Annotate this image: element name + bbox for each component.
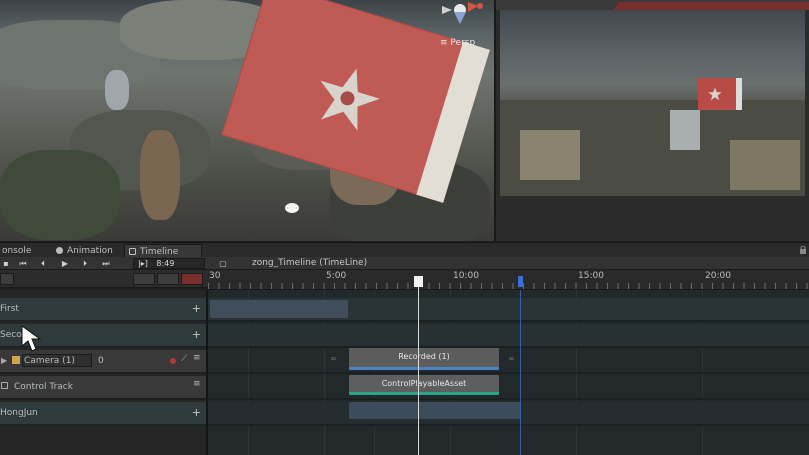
track-offset-value: 0 [98, 356, 104, 366]
tab-animation[interactable]: Animation [52, 244, 117, 258]
timeline-asset-title: zong_Timeline (TimeLine) [252, 258, 368, 268]
track-clip-area[interactable]: ∞ Recorded (1) ∞ ControlPlayableAsset [208, 290, 809, 455]
horse-figure [140, 130, 180, 220]
lock-icon[interactable] [799, 246, 807, 254]
unity-editor: ≡ Persp onsole Animation Timeline ▪ ⏮ ⏴ … [0, 0, 809, 455]
frame-bracket-icon: |▸] [138, 259, 148, 268]
track-label: Camera (1) [24, 356, 75, 366]
record-toggle[interactable]: ▪ [0, 258, 12, 269]
soldier-figure [670, 110, 700, 150]
ruler-ticks [208, 283, 809, 289]
group-clip-first[interactable] [210, 300, 348, 318]
flag-object[interactable] [221, 0, 490, 203]
soldier-figure [105, 70, 129, 110]
curves-icon[interactable]: ⟋ [181, 354, 187, 364]
vegetation [0, 150, 120, 240]
game-view-panel [494, 0, 809, 241]
mouse-cursor-icon [21, 325, 42, 352]
cursor-hand-icon [285, 203, 299, 213]
view-mode-text: Persp [450, 38, 476, 48]
game-view[interactable] [500, 10, 805, 196]
tab-console[interactable]: onsole [0, 244, 35, 258]
scene-gizmo-icon[interactable] [432, 0, 488, 26]
snap-button[interactable] [157, 273, 179, 285]
track-row [208, 324, 809, 348]
ruler-tick-label: 30 [209, 271, 221, 281]
current-time-field[interactable]: |▸] 8:49 [133, 258, 205, 269]
add-track-button[interactable] [0, 273, 14, 285]
preview-toggle-icon[interactable]: ▢ [216, 258, 230, 269]
play-icon[interactable]: ▶ [59, 258, 71, 269]
selection-highlight [613, 2, 809, 10]
track-menu-icon[interactable]: ≡ [193, 379, 201, 389]
timeline-toolbar: ▪ ⏮ ⏴ ▶ ⏵ ⏭ |▸] 8:49 ▢ zong_Timeline (Ti… [0, 257, 809, 270]
flag-object [698, 78, 742, 110]
track-control[interactable]: Control Track ≡ [0, 376, 206, 400]
next-frame-icon[interactable]: ⏵ [79, 258, 91, 269]
scene-view[interactable]: ≡ Persp [0, 0, 494, 241]
expand-arrow-icon[interactable]: ▶ [1, 356, 7, 365]
frame-value: 8:49 [156, 259, 175, 268]
animator-icon [12, 356, 20, 364]
track-row [208, 376, 809, 400]
tab-label: onsole [2, 246, 32, 256]
timeline-subtoolbar [0, 270, 208, 288]
group-clip-hongjun[interactable] [349, 402, 520, 419]
clip-control-playable-asset[interactable]: ControlPlayableAsset [349, 375, 499, 395]
playhead-line [418, 276, 419, 455]
horse-cart [520, 130, 580, 180]
track-label: Seco [0, 330, 22, 340]
record-button[interactable] [181, 273, 203, 285]
track-group-first[interactable]: First + [0, 298, 206, 322]
editor-tab-bar: onsole Animation Timeline [0, 242, 809, 258]
add-icon[interactable]: + [192, 302, 201, 315]
track-group-hongjun[interactable]: HongJun + [0, 402, 206, 426]
clip-recorded[interactable]: Recorded (1) [349, 348, 499, 370]
star-emblem-icon [320, 68, 380, 131]
control-track-icon [1, 382, 8, 389]
ease-out-icon[interactable]: ∞ [508, 354, 515, 363]
perspective-icon: ≡ [440, 38, 448, 48]
track-label: Control Track [14, 382, 73, 392]
playhead-handle[interactable] [414, 276, 423, 287]
track-menu-icon[interactable]: ≡ [193, 353, 201, 363]
timeline-icon [129, 248, 136, 255]
timeline-end-marker [520, 290, 521, 455]
ruler-tick-label: 5:00 [326, 271, 347, 281]
clip-label: Recorded (1) [398, 352, 450, 361]
track-label: First [0, 304, 19, 314]
add-icon[interactable]: + [192, 406, 201, 419]
flag-strip [736, 78, 742, 110]
ease-in-icon[interactable]: ∞ [330, 354, 337, 363]
track-header-list: First + Seco + ▶ Camera (1) 0 ⟋ ≡ Contro… [0, 290, 208, 455]
previous-frame-icon[interactable]: ⏴ [37, 258, 49, 269]
ruler-tick-label: 15:00 [578, 271, 604, 281]
animation-icon [56, 247, 63, 254]
edit-mode-button[interactable] [133, 273, 155, 285]
tab-label: Animation [67, 246, 113, 256]
tab-timeline[interactable]: Timeline [124, 244, 202, 258]
record-icon[interactable] [170, 358, 176, 364]
ruler-tick-label: 10:00 [453, 271, 479, 281]
time-ruler[interactable]: 30 5:00 10:00 15:00 20:00 [208, 270, 809, 290]
clip-label: ControlPlayableAsset [381, 379, 467, 388]
timeline-end-marker-cap[interactable] [518, 276, 523, 287]
go-to-start-icon[interactable]: ⏮ [16, 258, 30, 269]
tab-label: Timeline [140, 247, 179, 257]
go-to-end-icon[interactable]: ⏭ [99, 258, 113, 269]
star-emblem-icon [708, 87, 722, 101]
track-label: HongJun [0, 408, 38, 418]
horse-cart [730, 140, 800, 190]
ruler-tick-label: 20:00 [705, 271, 731, 281]
game-view-toolbar [496, 0, 809, 10]
add-icon[interactable]: + [192, 328, 201, 341]
view-mode-label[interactable]: ≡ Persp [440, 38, 475, 48]
